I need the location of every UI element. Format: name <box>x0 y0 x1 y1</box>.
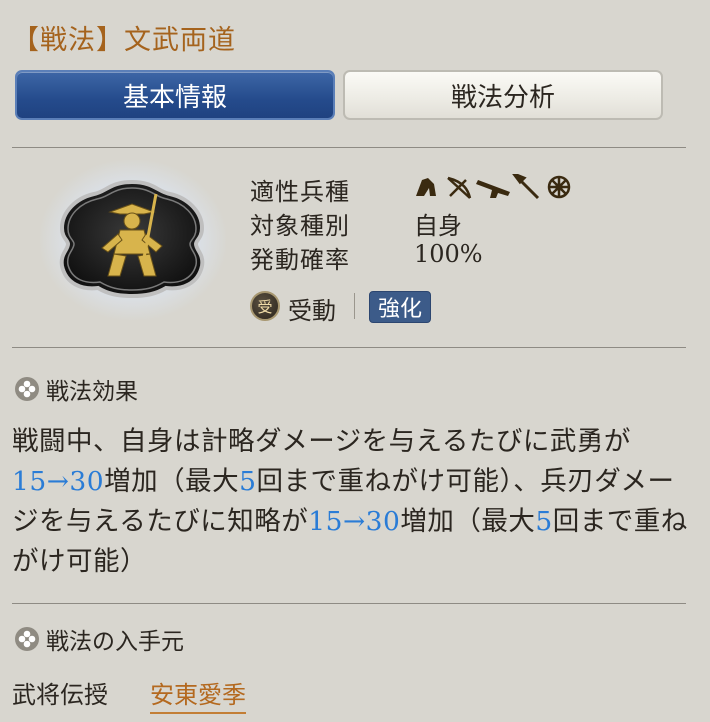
enhance-tag: 強化 <box>369 291 432 323</box>
activation-rate-label: 発動確率 <box>250 246 350 274</box>
skill-type-label: 受動 <box>288 297 336 325</box>
spear-icon <box>512 174 540 200</box>
effect-description: 戦闘中、自身は計略ダメージを与えるたびに武勇が15→30増加（最大5回まで重ねが… <box>12 422 696 582</box>
effect-highlight-value: 5 <box>535 506 553 537</box>
bow-icon <box>447 176 472 199</box>
gun-icon <box>476 180 510 198</box>
effect-section-title: 戦法効果 <box>46 379 138 405</box>
effect-text-segment: 戦闘中、自身は計略ダメージを与えるたびに武勇が <box>12 426 631 457</box>
unit-type-label: 適性兵種 <box>250 178 350 206</box>
effect-text-segment: 増加（最大 <box>400 506 536 537</box>
activation-rate-value: 100% <box>414 240 483 268</box>
tab-skill-analysis[interactable]: 戦法分析 <box>343 70 663 120</box>
source-section-title: 戦法の入手元 <box>46 629 184 655</box>
source-section-heading: 戦法の入手元 <box>14 622 184 656</box>
passive-badge-icon: 受 <box>250 291 280 321</box>
target-type-label: 対象種別 <box>250 212 350 240</box>
effect-highlight-value: 15→30 <box>308 506 401 537</box>
effect-highlight-value: 15→30 <box>12 466 105 497</box>
divider <box>12 347 686 348</box>
effect-section-heading: 戦法効果 <box>14 372 138 406</box>
cavalry-icon <box>416 178 436 196</box>
tab-basic-info[interactable]: 基本情報 <box>15 70 335 120</box>
unit-type-icons <box>416 174 571 200</box>
skill-title: 【戦法】文武両道 <box>12 25 236 56</box>
clover-icon <box>15 627 39 651</box>
tab-skill-analysis-label: 戦法分析 <box>450 82 555 113</box>
tag-separator <box>354 293 355 319</box>
divider <box>12 147 686 148</box>
wheel-icon <box>547 175 571 199</box>
clover-icon <box>15 377 39 401</box>
target-type-value: 自身 <box>414 212 462 240</box>
tab-basic-info-label: 基本情報 <box>122 82 227 113</box>
divider <box>12 603 686 604</box>
general-name-link[interactable]: 安東愛季 <box>150 675 246 714</box>
effect-text-segment: 増加（最大 <box>104 466 240 497</box>
skill-samurai-icon <box>59 179 205 298</box>
source-type-label: 武将伝授 <box>12 681 108 709</box>
effect-highlight-value: 5 <box>239 466 257 497</box>
